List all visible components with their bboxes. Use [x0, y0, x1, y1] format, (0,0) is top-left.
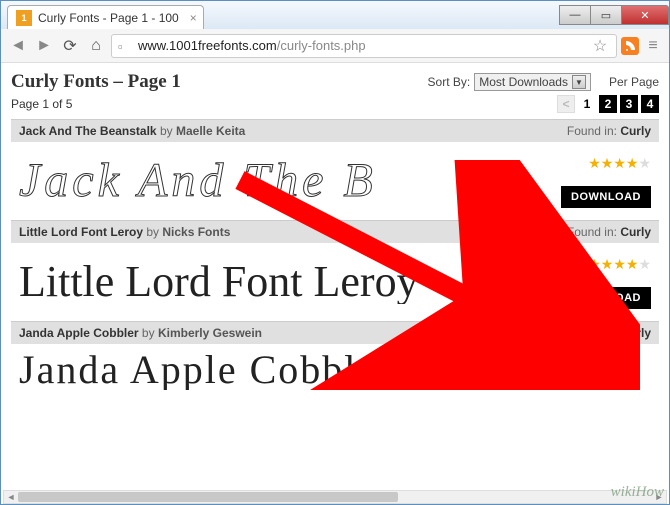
close-button[interactable]: ✕: [621, 5, 669, 25]
tab-title: Curly Fonts - Page 1 - 100: [38, 11, 179, 25]
page-title: Curly Fonts – Page 1: [11, 71, 181, 93]
forward-button[interactable]: ►: [33, 35, 55, 57]
scroll-track[interactable]: [18, 492, 652, 502]
menu-icon[interactable]: ≡: [643, 36, 663, 56]
font-body: Janda Apple Cobbler: [11, 344, 659, 396]
browser-tab[interactable]: 1 Curly Fonts - Page 1 - 100 ×: [7, 5, 204, 29]
reload-button[interactable]: ⟳: [59, 35, 81, 57]
font-title: Jack And The Beanstalk by Maelle Keita: [19, 124, 245, 138]
toolbar-right: ≡: [621, 36, 663, 56]
page-2[interactable]: 2: [599, 95, 617, 113]
star-icon: ★: [601, 256, 614, 273]
star-icon: ★: [626, 256, 639, 273]
font-title: Little Lord Font Leroy by Nicks Fonts: [19, 225, 230, 239]
page-3[interactable]: 3: [620, 95, 638, 113]
sort-label: Sort By:: [428, 75, 471, 89]
font-block: Jack And The Beanstalk by Maelle Keita F…: [11, 119, 659, 220]
page-icon: ▫: [118, 39, 132, 53]
maximize-button[interactable]: ▭: [590, 5, 622, 25]
star-icon: ★: [588, 155, 601, 172]
browser-toolbar: ◄ ► ⟳ ⌂ ▫ www.1001freefonts.com/curly-fo…: [1, 29, 669, 63]
font-header: Jack And The Beanstalk by Maelle Keita F…: [11, 120, 659, 142]
font-header: Little Lord Font Leroy by Nicks Fonts Fo…: [11, 221, 659, 243]
browser-window: 1 Curly Fonts - Page 1 - 100 × — ▭ ✕ ◄ ►…: [0, 0, 670, 505]
rating-stars[interactable]: ★★★★★: [588, 155, 651, 172]
tab-close-icon[interactable]: ×: [190, 11, 197, 25]
star-icon: ★: [613, 155, 626, 172]
subheader: Page 1 of 5 < 1 2 3 4: [11, 95, 659, 113]
home-button[interactable]: ⌂: [85, 35, 107, 57]
watermark: wikiHow: [611, 484, 664, 501]
download-button[interactable]: DOWNLOAD: [561, 186, 651, 208]
font-header: Janda Apple Cobbler by Kimberly Geswein …: [11, 322, 659, 344]
bookmark-star-icon[interactable]: ☆: [590, 36, 610, 56]
font-preview[interactable]: Janda Apple Cobbler: [19, 350, 651, 390]
rss-icon[interactable]: [621, 37, 639, 55]
minimize-button[interactable]: —: [559, 5, 591, 25]
found-in: Found in: Curly: [567, 124, 651, 138]
dropdown-icon: ▼: [572, 75, 586, 89]
font-side: ★★★★★ DOWNLOAD: [561, 256, 651, 309]
found-in: Found in: Curly: [567, 225, 651, 239]
font-preview[interactable]: Little Lord Font Leroy: [19, 260, 561, 304]
star-icon: ★: [601, 155, 614, 172]
font-title: Janda Apple Cobbler by Kimberly Geswein: [19, 326, 262, 340]
rating-stars[interactable]: ★★★★★: [588, 256, 651, 273]
page-1[interactable]: 1: [578, 95, 596, 113]
font-block: Janda Apple Cobbler by Kimberly Geswein …: [11, 321, 659, 396]
page-prev[interactable]: <: [557, 95, 575, 113]
address-bar[interactable]: ▫ www.1001freefonts.com/curly-fonts.php …: [111, 34, 617, 58]
font-side: ★★★★★ DOWNLOAD: [561, 155, 651, 208]
scroll-left-icon[interactable]: ◄: [4, 490, 18, 504]
back-button[interactable]: ◄: [7, 35, 29, 57]
url-text: www.1001freefonts.com/curly-fonts.php: [138, 38, 590, 53]
star-icon: ★: [588, 256, 601, 273]
star-icon: ★: [638, 256, 651, 273]
download-button[interactable]: DOWNLOAD: [561, 287, 651, 309]
horizontal-scrollbar[interactable]: ◄ ►: [3, 490, 667, 504]
font-body: Little Lord Font Leroy ★★★★★ DOWNLOAD: [11, 243, 659, 321]
page-content: Curly Fonts – Page 1 Sort By: Most Downl…: [1, 63, 669, 504]
star-icon: ★: [626, 155, 639, 172]
scroll-thumb[interactable]: [18, 492, 398, 502]
page-info: Page 1 of 5: [11, 97, 72, 111]
font-preview[interactable]: Jack And The B: [19, 157, 561, 205]
star-icon: ★: [638, 155, 651, 172]
header-row: Curly Fonts – Page 1 Sort By: Most Downl…: [11, 71, 659, 93]
perpage-label: Per Page: [609, 75, 659, 89]
page-4[interactable]: 4: [641, 95, 659, 113]
star-icon: ★: [613, 256, 626, 273]
favicon-icon: 1: [16, 10, 32, 26]
font-block: Little Lord Font Leroy by Nicks Fonts Fo…: [11, 220, 659, 321]
window-controls: — ▭ ✕: [560, 5, 669, 25]
sort-area: Sort By: Most Downloads ▼ Per Page: [428, 73, 659, 91]
font-body: Jack And The B ★★★★★ DOWNLOAD: [11, 142, 659, 220]
sort-select[interactable]: Most Downloads ▼: [474, 73, 591, 91]
titlebar: 1 Curly Fonts - Page 1 - 100 × — ▭ ✕: [1, 1, 669, 29]
found-in: Found in: Curly: [567, 326, 651, 340]
pagination: < 1 2 3 4: [557, 95, 659, 113]
